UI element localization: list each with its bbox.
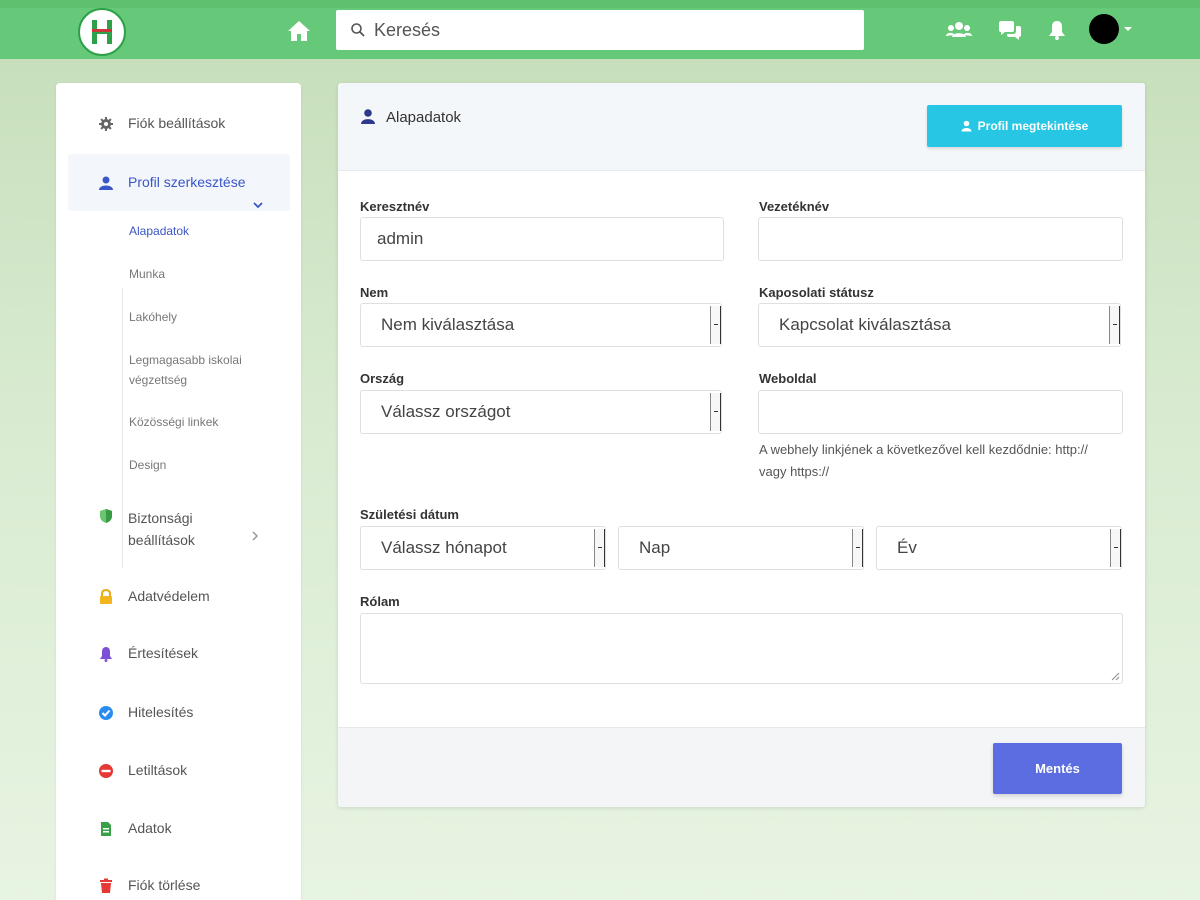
sidebar-item-data[interactable]: Adatok <box>56 820 301 837</box>
birth-day-value: Nap <box>639 538 671 557</box>
sidebar-item-label: Profil szerkesztése <box>128 174 246 190</box>
user-icon <box>961 120 972 132</box>
sidebar-item-account-settings[interactable]: Fiók beállítások <box>56 115 301 132</box>
basic-info-card: Alapadatok Profil megtekintése Keresztné… <box>338 83 1145 807</box>
submenu-item-basic-info[interactable]: Alapadatok <box>129 221 189 241</box>
firstname-label: Keresztnév <box>360 199 430 214</box>
birth-day-select[interactable]: Nap <box>618 526 864 570</box>
lastname-input[interactable] <box>758 217 1123 261</box>
settings-sidebar: Fiók beállítások Profil szerkesztése Ala… <box>56 83 301 900</box>
trash-icon <box>100 878 112 893</box>
top-navbar <box>0 0 1200 59</box>
file-icon <box>101 822 111 836</box>
website-hint: A webhely linkjének a következővel kell … <box>759 442 1088 479</box>
sidebar-item-label: Hitelesítés <box>128 704 194 720</box>
user-icon <box>99 176 113 190</box>
sidebar-item-notifications[interactable]: Értesítések <box>56 645 301 662</box>
bell-icon <box>100 647 112 662</box>
logo-h-icon <box>92 20 112 44</box>
select-handle <box>1110 529 1121 567</box>
search-bar[interactable] <box>336 10 864 50</box>
card-footer: Mentés <box>338 727 1145 807</box>
chevron-down-icon[interactable] <box>253 202 263 209</box>
select-handle <box>852 529 863 567</box>
view-profile-button[interactable]: Profil megtekintése <box>927 105 1122 147</box>
gender-select[interactable]: Nem kiválasztása <box>360 303 722 347</box>
lastname-label: Vezetéknév <box>759 199 830 214</box>
sidebar-item-label: Letiltások <box>128 762 188 778</box>
submenu-item-social-links[interactable]: Közösségi linkek <box>129 412 218 432</box>
sidebar-item-label: Adatvédelem <box>128 588 210 604</box>
sidebar-item-verification[interactable]: Hitelesítés <box>56 704 301 721</box>
sidebar-item-delete-account[interactable]: Fiók törlése <box>56 877 301 894</box>
website-input[interactable] <box>758 390 1123 434</box>
search-input[interactable] <box>374 19 854 41</box>
firstname-input[interactable] <box>360 217 724 261</box>
submenu-item-residence[interactable]: Lakóhely <box>129 307 177 327</box>
website-label: Weboldal <box>759 371 817 386</box>
country-selected-value: Válassz országot <box>381 402 511 421</box>
gender-selected-value: Nem kiválasztása <box>381 315 515 334</box>
view-profile-label: Profil megtekintése <box>977 119 1089 133</box>
select-handle <box>710 306 721 344</box>
about-textarea[interactable] <box>360 613 1123 684</box>
card-title: Alapadatok <box>386 109 462 126</box>
bell-icon[interactable] <box>1044 18 1070 42</box>
sidebar-item-label: Fiók törlése <box>128 877 201 893</box>
chevron-right-icon[interactable] <box>252 531 259 541</box>
gender-label: Nem <box>360 285 389 300</box>
check-circle-icon <box>99 706 113 720</box>
user-icon <box>361 109 375 124</box>
lock-icon <box>100 589 112 604</box>
sidebar-item-label: Adatok <box>128 820 172 836</box>
sidebar-item-label: Értesítések <box>128 645 199 661</box>
select-handle <box>1109 306 1120 344</box>
resize-grip-icon[interactable] <box>1110 671 1120 681</box>
sidebar-item-blocks[interactable]: Letiltások <box>56 762 301 779</box>
birth-year-select[interactable]: Év <box>876 526 1122 570</box>
country-label: Ország <box>360 371 405 386</box>
birth-month-value: Válassz hónapot <box>381 538 507 557</box>
sidebar-item-label: Fiók beállítások <box>128 115 226 131</box>
block-icon <box>99 764 113 778</box>
birth-year-value: Év <box>897 538 917 557</box>
birthdate-label: Születési dátum <box>360 507 459 522</box>
chat-icon[interactable] <box>997 18 1023 42</box>
relationship-label: Kaposolati státusz <box>759 285 874 300</box>
avatar[interactable] <box>1089 14 1119 44</box>
about-label: Rólam <box>360 594 400 609</box>
birth-month-select[interactable]: Válassz hónapot <box>360 526 606 570</box>
home-icon[interactable] <box>286 19 312 43</box>
caret-down-icon[interactable] <box>1124 26 1132 32</box>
sidebar-item-privacy[interactable]: Adatvédelem <box>56 588 301 605</box>
submenu-item-education[interactable]: Legmagasabb iskolai végzettség <box>129 350 269 390</box>
save-button[interactable]: Mentés <box>993 743 1122 794</box>
submenu-item-design[interactable]: Design <box>129 455 166 475</box>
relationship-select[interactable]: Kapcsolat kiválasztása <box>758 303 1121 347</box>
search-icon <box>351 23 365 37</box>
card-header: Alapadatok Profil megtekintése <box>338 83 1145 171</box>
gear-icon <box>99 117 113 131</box>
sidebar-item-security-settings[interactable]: Biztonsági beállítások <box>56 507 301 551</box>
users-icon[interactable] <box>946 18 972 42</box>
select-handle <box>710 393 721 431</box>
relationship-selected-value: Kapcsolat kiválasztása <box>779 315 951 334</box>
site-logo[interactable] <box>78 8 126 56</box>
submenu-item-work[interactable]: Munka <box>129 264 165 284</box>
select-handle <box>594 529 605 567</box>
country-select[interactable]: Válassz országot <box>360 390 722 434</box>
sidebar-item-label: Biztonsági beállítások <box>128 510 195 548</box>
